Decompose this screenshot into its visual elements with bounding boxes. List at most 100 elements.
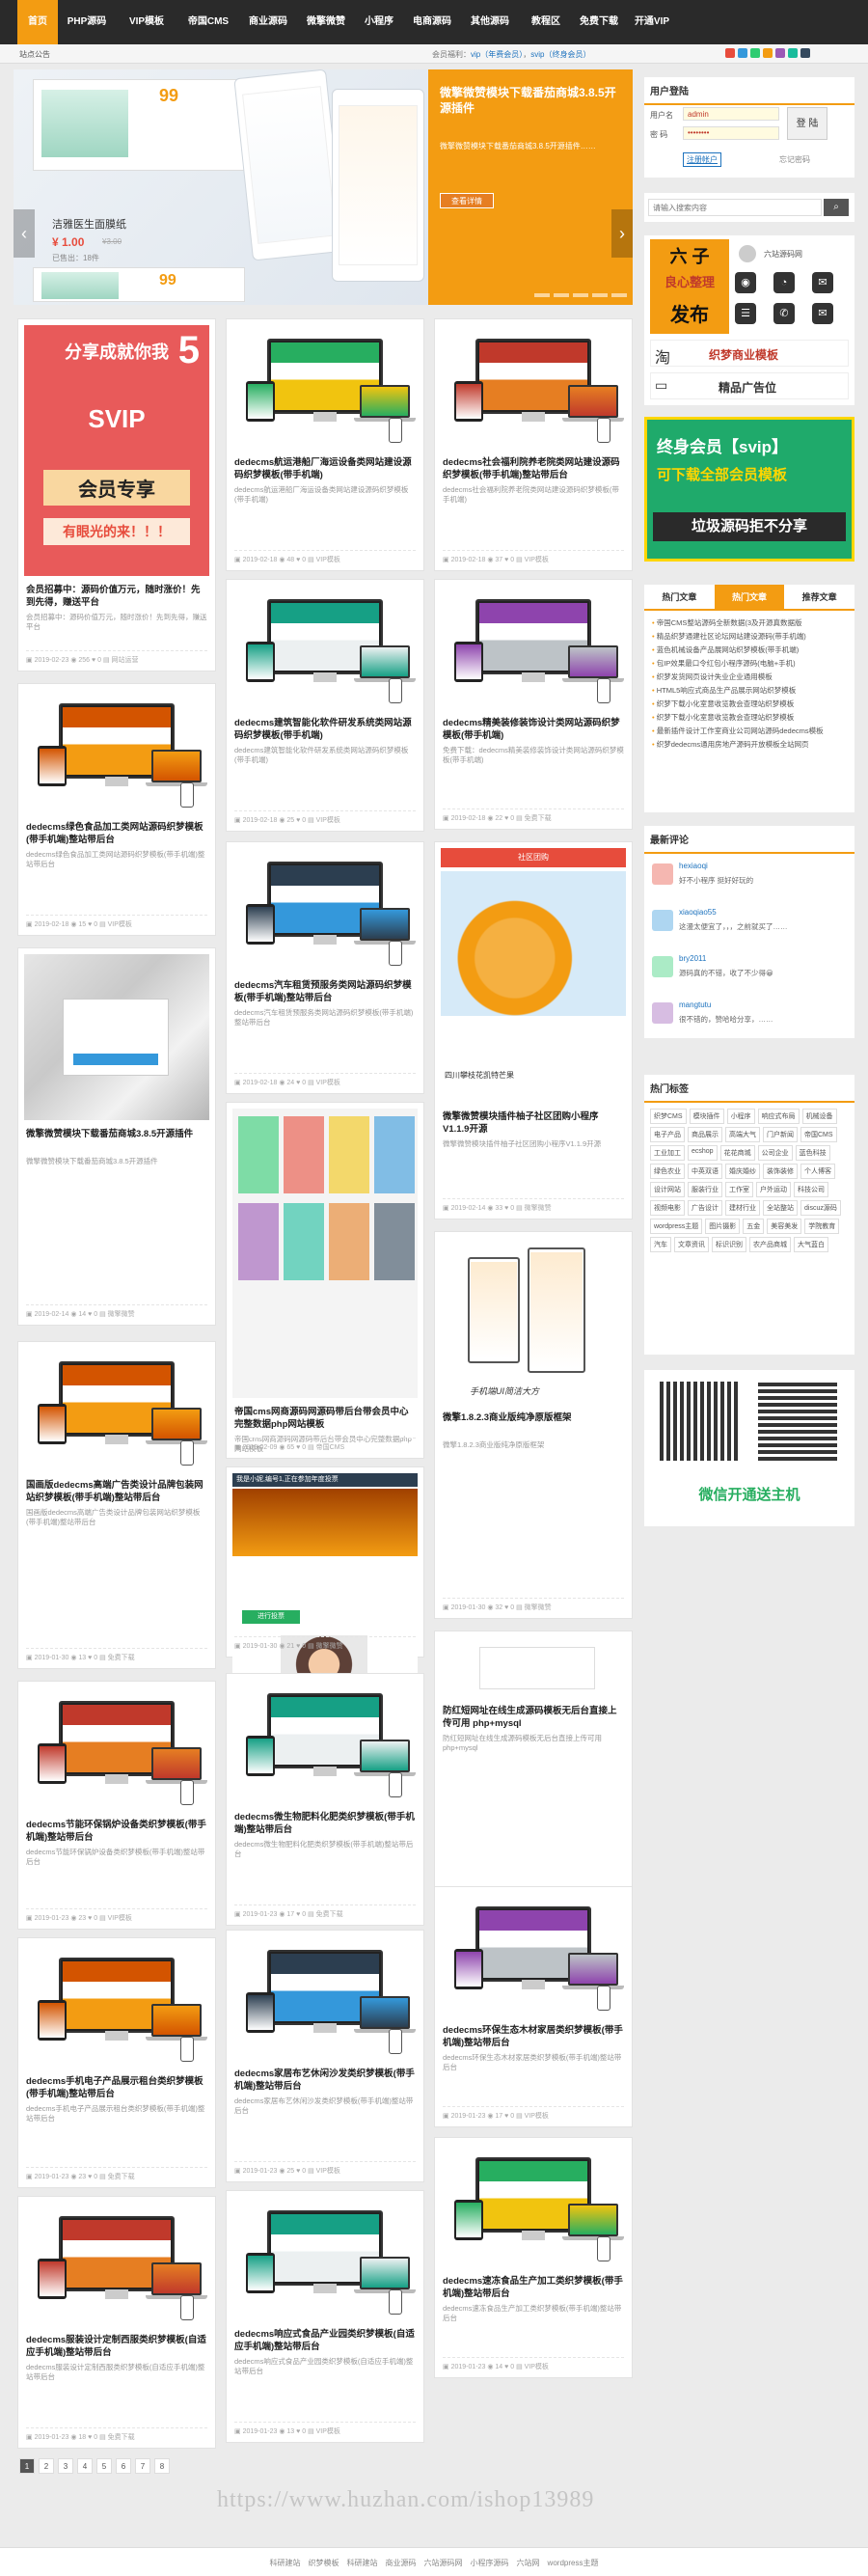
- hot-article-item[interactable]: HTML5响应式商品生产品展示网站织梦模板: [652, 684, 847, 698]
- nav-item-4[interactable]: 商业源码: [239, 0, 297, 44]
- post-title[interactable]: dedecms环保生态木材家居类织梦模板(带手机端)整站带后台: [443, 2024, 624, 2049]
- post-thumbnail[interactable]: [441, 1893, 626, 2016]
- post-cat[interactable]: 免费下载: [108, 2174, 135, 2180]
- post-cat[interactable]: VIP模板: [525, 2364, 549, 2370]
- post-card[interactable]: 手机端UI简洁大方 微擎1.8.2.3商业版纯净原版框架 微擎1.8.2.3商业版纯…: [434, 1231, 633, 1619]
- tag-item[interactable]: wordpress主题: [650, 1219, 703, 1234]
- comment-text[interactable]: 源码真的不错，收了不少得😀: [679, 968, 773, 978]
- post-thumbnail[interactable]: 分享成就你我 SVIP 会员专享 有眼光的来！！！ 5: [24, 325, 209, 576]
- post-card[interactable]: dedecms汽车租赁预服务类网站源码织梦模板(带手机端)整站带后台 dedecm…: [226, 841, 424, 1094]
- post-thumbnail[interactable]: [24, 954, 209, 1120]
- tag-item[interactable]: 科技公司: [794, 1182, 828, 1197]
- more-share-icon[interactable]: [800, 48, 810, 58]
- post-card[interactable]: dedecms社会福利院养老院类网站建设源码织梦模板(带手机端)整站带后台 ded…: [434, 318, 633, 571]
- post-title[interactable]: 微擎1.8.2.3商业版纯净原版框架: [443, 1411, 624, 1424]
- nav-item-10[interactable]: 免费下载: [573, 0, 625, 44]
- comment-user[interactable]: xiaoqiao55: [679, 908, 717, 917]
- post-cat[interactable]: 免费下载: [525, 815, 552, 822]
- hot-article-item[interactable]: 织梦下载小化室意收览教会查理站织梦模板: [652, 711, 847, 725]
- promo-title[interactable]: 微擎微赞模块下载番茄商城3.8.5开源插件: [440, 85, 623, 116]
- post-title[interactable]: dedecms社会福利院养老院类网站建设源码织梦模板(带手机端)整站带后台: [443, 456, 624, 481]
- comment-text[interactable]: 这漫太便宜了，，，之前就买了……: [679, 921, 788, 932]
- nav-item-8[interactable]: 其他源码: [461, 0, 519, 44]
- post-thumbnail[interactable]: [232, 325, 418, 449]
- post-cat[interactable]: 微擎微赞: [525, 1604, 552, 1611]
- post-card[interactable]: 帝国cms网商源码网源码带后台带会员中心完整数据php网站模板 帝国cms网商源码…: [226, 1102, 424, 1459]
- post-card[interactable]: dedecms环保生态木材家居类织梦模板(带手机端)整站带后台 dedecms环保…: [434, 1886, 633, 2127]
- post-thumbnail[interactable]: [441, 325, 626, 449]
- footer-link[interactable]: 科研建站: [270, 2559, 301, 2567]
- post-thumbnail[interactable]: [232, 848, 418, 972]
- tag-item[interactable]: 商品展示: [688, 1127, 722, 1142]
- tag-item[interactable]: 五金: [743, 1219, 765, 1234]
- ad-tile-orange[interactable]: 六 子 良心整理 发布: [650, 239, 729, 334]
- hot-article-item[interactable]: 织梦dedecms通用房地产源码开放模板全站网页: [652, 738, 847, 752]
- page-link[interactable]: 8: [154, 2458, 170, 2474]
- nav-item-1[interactable]: PHP源码: [58, 0, 116, 44]
- post-title[interactable]: 微擎微赞模块插件柚子社区团购小程序V1.1.9开源: [443, 1110, 624, 1136]
- post-card[interactable]: dedecms节能环保锅炉设备类织梦模板(带手机端)整站带后台 dedecms节能…: [17, 1681, 216, 1930]
- tag-item[interactable]: 花花商城: [719, 1145, 755, 1161]
- post-cat[interactable]: VIP模板: [316, 557, 340, 563]
- post-card[interactable]: dedecms手机电子产品展示租台类织梦模板(带手机端)整站带后台 dedecms…: [17, 1937, 216, 2188]
- post-cat[interactable]: VIP模板: [316, 2428, 340, 2435]
- login-button[interactable]: 登 陆: [787, 107, 827, 140]
- post-title[interactable]: dedecms汽车租赁预服务类网站源码织梦模板(带手机端)整站带后台: [234, 979, 416, 1004]
- hot-article-item[interactable]: 织梦发货网页设计失业企业通用模板: [652, 671, 847, 684]
- weibo-icon[interactable]: [725, 48, 735, 58]
- tag-item[interactable]: 帝国CMS: [800, 1127, 837, 1142]
- tag-item[interactable]: 电子产品: [650, 1127, 685, 1142]
- nav-item-0[interactable]: 首页: [17, 0, 58, 44]
- tag-item[interactable]: 标识识别: [712, 1237, 746, 1252]
- post-cat[interactable]: 微擎微赞: [108, 1311, 135, 1318]
- tab-recommended[interactable]: 推荐文章: [784, 585, 854, 609]
- post-card[interactable]: dedecms响应式食品产业园类织梦模板(自适应手机端)整站带后台 dedecms…: [226, 2190, 424, 2443]
- post-title[interactable]: dedecms微生物肥料化肥类织梦模板(带手机端)整站带后台: [234, 1811, 416, 1836]
- hot-article-item[interactable]: 包IP效果最口令红包小程序源码(电脑+手机): [652, 657, 847, 671]
- tag-item[interactable]: 美容美发: [767, 1219, 802, 1234]
- avatar[interactable]: [652, 956, 673, 977]
- post-thumbnail[interactable]: [441, 1637, 626, 1697]
- post-thumbnail[interactable]: [24, 1687, 209, 1811]
- post-cat[interactable]: 免费下载: [108, 2434, 135, 2441]
- post-card[interactable]: 分享成就你我 SVIP 会员专享 有眼光的来！！！ 5 会员招募中：源码价值万元，随时涨价…: [17, 318, 216, 671]
- post-cat[interactable]: 微擎微赞: [525, 1205, 552, 1212]
- post-card[interactable]: dedecms建筑智能化软件研发系统类网站源码织梦模板(带手机端) dedecms…: [226, 579, 424, 832]
- email-icon[interactable]: ✆: [773, 303, 795, 324]
- mail-icon[interactable]: ✉: [812, 303, 833, 324]
- nav-item-11[interactable]: 开通VIP: [625, 0, 679, 44]
- username-input[interactable]: admin: [683, 107, 779, 121]
- post-cat[interactable]: VIP模板: [108, 1915, 132, 1922]
- avatar[interactable]: [652, 1002, 673, 1024]
- tag-item[interactable]: 响应式布局: [757, 1109, 800, 1124]
- post-card[interactable]: 社区团购 四川攀枝花凯特芒果微擎微赞模块插件柚子社区团购小程序V1.1.9开源微擎…: [434, 841, 633, 1219]
- post-title[interactable]: dedecms航运港船厂海运设备类网站建设源码织梦模板(带手机端): [234, 456, 416, 481]
- post-thumbnail[interactable]: [441, 2144, 626, 2267]
- comment-user[interactable]: bry2011: [679, 954, 706, 963]
- post-title[interactable]: dedecms家居布艺休闲沙发类织梦模板(带手机端)整站带后台: [234, 2068, 416, 2093]
- post-thumbnail[interactable]: 社区团购 四川攀枝花凯特芒果: [441, 848, 626, 1103]
- post-card[interactable]: dedecms家居布艺休闲沙发类织梦模板(带手机端)整站带后台 dedecms家居…: [226, 1930, 424, 2182]
- search-button[interactable]: ⌕: [824, 199, 849, 216]
- post-title[interactable]: 微擎微赞模块下载番茄商城3.8.5开源插件: [26, 1128, 207, 1140]
- post-title[interactable]: dedecms绿色食品加工类网站源码织梦模板(带手机端)整站带后台: [26, 821, 207, 846]
- post-card[interactable]: dedecms航运港船厂海运设备类网站建设源码织梦模板(带手机端) dedecms…: [226, 318, 424, 571]
- tag-item[interactable]: 工业加工: [650, 1145, 685, 1161]
- tag-item[interactable]: 婚庆婚纱: [725, 1164, 760, 1179]
- post-thumbnail[interactable]: [232, 2197, 418, 2320]
- post-cat[interactable]: VIP模板: [525, 2113, 549, 2120]
- forgot-password-link[interactable]: 忘记密码: [779, 154, 810, 165]
- tag-item[interactable]: 图片摄影: [705, 1219, 741, 1234]
- register-link[interactable]: 注册帐户: [683, 152, 721, 167]
- post-title[interactable]: dedecms手机电子产品展示租台类织梦模板(带手机端)整站带后台: [26, 2075, 207, 2100]
- renren-icon[interactable]: [775, 48, 785, 58]
- tag-item[interactable]: 服装行业: [688, 1182, 722, 1197]
- post-cat[interactable]: 网站运营: [112, 657, 139, 664]
- post-card[interactable]: dedecms服装设计定制西服类织梦模板(自适应手机端)整站带后台 dedecms…: [17, 2196, 216, 2449]
- qq-icon[interactable]: [738, 48, 747, 58]
- avatar[interactable]: [652, 910, 673, 931]
- post-title[interactable]: 防红短网址在线生成源码模板无后台直接上传可用 php+mysql: [443, 1705, 624, 1730]
- post-thumbnail[interactable]: [232, 1109, 418, 1398]
- qq-icon-large[interactable]: ◔: [773, 272, 795, 293]
- nav-item-5[interactable]: 微擎微赞: [297, 0, 355, 44]
